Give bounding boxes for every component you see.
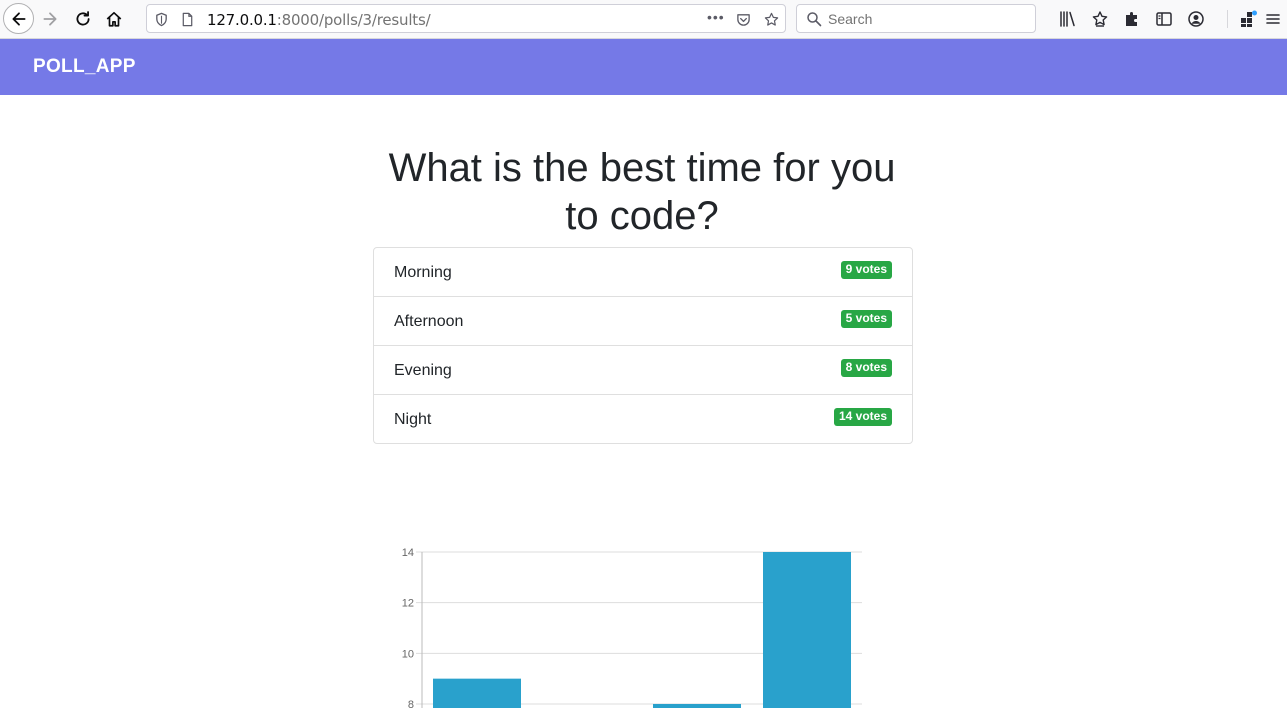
url-text[interactable]: 127.0.0.1:8000/polls/3/results/	[207, 11, 431, 29]
choice-label: Afternoon	[394, 313, 464, 330]
url-host: 127.0.0.1	[207, 11, 277, 29]
url-bar[interactable]: 127.0.0.1:8000/polls/3/results/ •••	[146, 4, 786, 33]
library-icon[interactable]	[1058, 9, 1078, 29]
extensions-icon[interactable]	[1122, 9, 1142, 29]
menu-icon[interactable]	[1263, 9, 1283, 29]
home-button[interactable]	[99, 4, 129, 34]
reload-icon	[76, 11, 90, 26]
vote-count-badge: 9 votes	[840, 261, 892, 279]
choice-label: Night	[394, 411, 432, 428]
results-bar-chart: 8 10 12 14	[370, 535, 880, 708]
vote-count-badge: 8 votes	[840, 359, 892, 377]
brand-link[interactable]: POLL_APP	[33, 56, 136, 78]
vote-count-badge: 14 votes	[833, 408, 892, 426]
arrow-left-icon	[11, 11, 26, 26]
y-tick-label: 12	[402, 598, 414, 610]
browser-toolbar: 127.0.0.1:8000/polls/3/results/ ••• Sear…	[0, 0, 1287, 39]
app-navbar: POLL_APP	[0, 39, 1287, 95]
arrow-right-icon	[43, 12, 57, 26]
search-placeholder: Search	[828, 11, 873, 27]
choice-label: Morning	[394, 264, 452, 281]
list-item: Evening 8 votes	[374, 346, 912, 395]
y-tick-label: 14	[402, 547, 414, 559]
y-tick-label: 10	[402, 648, 414, 660]
url-path: :8000/polls/3/results/	[276, 11, 431, 29]
results-list: Morning 9 votes Afternoon 5 votes Evenin…	[373, 247, 913, 444]
y-tick-label: 8	[408, 699, 414, 708]
shield-icon[interactable]	[153, 11, 169, 27]
whats-new-icon[interactable]	[1238, 9, 1258, 29]
toolbar-divider	[1227, 10, 1228, 28]
bookmark-star-icon[interactable]	[763, 11, 779, 27]
chart-bar	[763, 552, 851, 708]
back-button[interactable]	[3, 3, 34, 34]
list-item: Afternoon 5 votes	[374, 297, 912, 346]
chart-bar	[433, 678, 521, 708]
vote-count-badge: 5 votes	[840, 310, 892, 328]
pocket-icon[interactable]	[735, 11, 751, 27]
page-actions-button[interactable]: •••	[707, 9, 725, 25]
chart-canvas: 8 10 12 14	[402, 547, 862, 708]
page-icon[interactable]	[179, 11, 195, 27]
poll-question: What is the best time for you to code?	[388, 146, 896, 238]
reading-list-icon[interactable]	[1090, 9, 1110, 29]
search-icon	[807, 12, 822, 27]
list-item: Night 14 votes	[374, 395, 912, 443]
account-icon[interactable]	[1186, 9, 1206, 29]
sidebar-icon[interactable]	[1154, 9, 1174, 29]
forward-button[interactable]	[35, 4, 65, 34]
search-bar[interactable]: Search	[796, 4, 1036, 33]
chart-bar	[653, 703, 741, 708]
choice-label: Evening	[394, 362, 452, 379]
list-item: Morning 9 votes	[374, 248, 912, 297]
reload-button[interactable]	[68, 4, 98, 34]
home-icon	[106, 11, 122, 27]
